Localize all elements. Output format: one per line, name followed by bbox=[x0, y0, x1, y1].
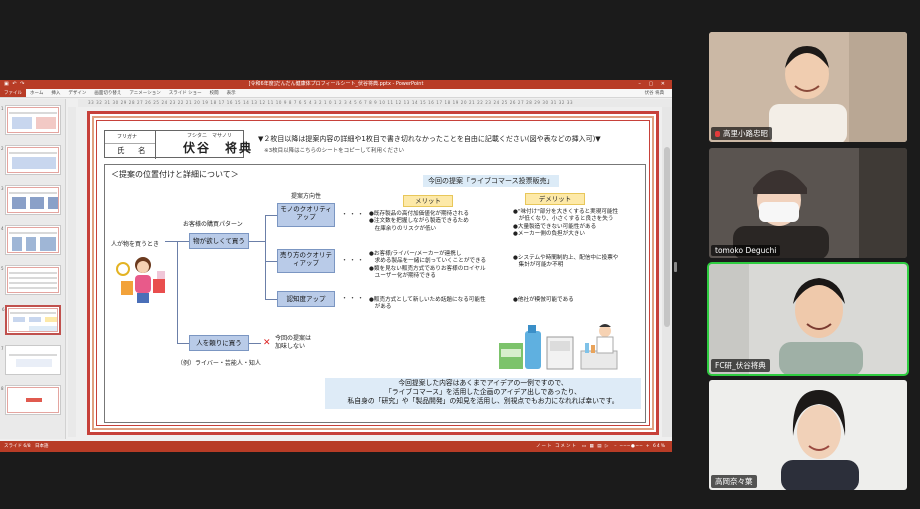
participant-video bbox=[709, 32, 907, 142]
box-seller: 売り方のクオリティアップ bbox=[277, 249, 335, 273]
shopping-woman-illustration bbox=[116, 257, 165, 303]
example-label: （例）ライバー・芸能人・知人 bbox=[177, 360, 261, 367]
quick-access-icons[interactable]: ▣ ↶ ↷ bbox=[4, 80, 25, 89]
participant-name: tomoko Deguchi bbox=[711, 245, 781, 256]
tab-slideshow[interactable]: スライド ショー bbox=[165, 89, 206, 97]
name-value: 伏谷 将典 bbox=[183, 141, 254, 155]
slide-thumbnail[interactable]: 8 bbox=[1, 385, 61, 415]
slide-thumbnail-selected[interactable]: 6 bbox=[2, 305, 61, 335]
excluded-mark: ✕ bbox=[263, 338, 271, 348]
demerit-header: デメリット bbox=[525, 193, 585, 205]
participant-video bbox=[709, 264, 907, 374]
slide-thumbnail[interactable]: 5 bbox=[1, 265, 61, 295]
status-slide-info: スライド 6/8 日本語 bbox=[4, 444, 49, 449]
window-title: [令和6年度]だんだん健康体プロフィールシート_伏谷将典.pptx - Powe… bbox=[248, 81, 424, 87]
status-bar: スライド 6/8 日本語 ノート コメント ▭ ▦ ▤ ▷ – ───●── +… bbox=[0, 441, 672, 452]
name-label: 氏 名 bbox=[117, 146, 149, 155]
section-title: ＜提案の位置付けと詳細について＞ bbox=[111, 170, 239, 179]
slide-canvas[interactable]: フリガナ 氏 名 フシタニ マサノリ 伏谷 将典 ▼２枚目以降は提案内容の詳細や… bbox=[87, 111, 659, 435]
tab-transitions[interactable]: 画面切り替え bbox=[90, 89, 125, 97]
vertical-scrollbar[interactable] bbox=[662, 107, 672, 437]
slide-thumbnail[interactable]: 1 bbox=[1, 105, 61, 135]
tab-review[interactable]: 校閲 bbox=[206, 89, 223, 97]
status-controls[interactable]: ノート コメント ▭ ▦ ▤ ▷ – ───●── + 64% bbox=[536, 441, 666, 452]
tab-design[interactable]: デザイン bbox=[64, 89, 90, 97]
pattern-label: お客様の購買パターン bbox=[183, 221, 243, 228]
demerit-group-3: ●他社が模倣可能である bbox=[513, 297, 574, 303]
box-quality: モノのクオリティアップ bbox=[277, 203, 335, 227]
title-bar: ▣ ↶ ↷ [令和6年度]だんだん健康体プロフィールシート_伏谷将典.pptx … bbox=[0, 80, 672, 89]
demerit-group-2: ●システムや時間制約上、配信中に投票や 集計が可能か不明 bbox=[513, 255, 619, 269]
product-research-illustration bbox=[499, 324, 618, 370]
dots-2: ・・・ bbox=[341, 256, 365, 264]
box-want: 物が欲しくて買う bbox=[189, 233, 249, 249]
slide-thumbnail[interactable]: 7 bbox=[1, 345, 61, 375]
merit-group-1: ●既存製品の高付加価値化が期待される ●注文数を把握しながら製造できるため 在庫余… bbox=[369, 211, 469, 232]
mic-muted-icon bbox=[715, 131, 720, 137]
meeting-screen: ▣ ↶ ↷ [令和6年度]だんだん健康体プロフィールシート_伏谷将典.pptx … bbox=[0, 0, 920, 509]
name-box: フリガナ 氏 名 フシタニ マサノリ 伏谷 将典 bbox=[104, 130, 251, 159]
participant-tile[interactable]: 高岡奈々葉 bbox=[709, 380, 907, 490]
ribbon-tabs: ファイル ホーム 挿入 デザイン 画面切り替え アニメーション スライド ショー… bbox=[0, 89, 672, 98]
dots-3: ・・・ bbox=[341, 294, 365, 302]
instruction-subtext: ※3枚目以降はこちらのシートをコピーして利用ください bbox=[264, 148, 404, 154]
zoom-level: 64% bbox=[652, 444, 666, 449]
instruction-text: ▼２枚目以降は提案内容の詳細や1枚目で書き切れなかったことを自由に記載ください(… bbox=[258, 135, 601, 143]
slide-thumbnail[interactable]: 2 bbox=[1, 145, 61, 175]
customer-label: 人が物を買うとき bbox=[111, 241, 160, 248]
box-awareness: 認知度アップ bbox=[277, 291, 335, 307]
proposal-title: 今回の提案「ライブコマース投票販売」 bbox=[423, 175, 559, 187]
participant-name: 高里小路忠昭 bbox=[711, 127, 772, 140]
tab-animations[interactable]: アニメーション bbox=[125, 89, 164, 97]
slide-thumbnail[interactable]: 3 bbox=[1, 185, 61, 215]
participant-name: FC研_伏谷将典 bbox=[711, 359, 770, 372]
horizontal-ruler: 33 32 31 30 29 28 27 26 25 24 23 22 21 2… bbox=[78, 99, 672, 107]
demerit-group-1: ●"味付け"部分を大きくすると実現可能性 が低くなり、小さくすると良さを失う ●大… bbox=[513, 209, 619, 237]
merit-group-3: ●販売方式として新しいため話題になる可能性 がある bbox=[369, 297, 486, 311]
participant-video bbox=[709, 380, 907, 490]
vertical-ruler bbox=[68, 107, 76, 437]
user-name[interactable]: 伏谷 将典 bbox=[645, 89, 672, 97]
tab-view[interactable]: 表示 bbox=[223, 89, 240, 97]
window-controls[interactable]: – ▢ ✕ bbox=[638, 80, 668, 89]
panel-resize-handle[interactable] bbox=[674, 262, 677, 272]
participant-name: 高岡奈々葉 bbox=[711, 475, 757, 488]
tab-insert[interactable]: 挿入 bbox=[47, 89, 64, 97]
participant-video bbox=[709, 148, 907, 258]
direction-label: 提案方向性 bbox=[291, 193, 322, 200]
participant-tile-active-speaker[interactable]: FC研_伏谷将典 bbox=[707, 262, 909, 376]
box-relation: 人を頼りに買う bbox=[189, 335, 249, 351]
merit-group-2: ●お客様/ライバー/メーカーが連携し 求める製品を一緒に創っていくことができる ●… bbox=[369, 251, 487, 279]
merit-header: メリット bbox=[403, 195, 453, 207]
tab-file[interactable]: ファイル bbox=[0, 89, 26, 97]
name-reading: フシタニ マサノリ bbox=[187, 133, 232, 139]
excluded-note: 今回の提案は 加味しない bbox=[275, 335, 312, 350]
content-box: ＜提案の位置付けと詳細について＞ 今回の提案「ライブコマース投票販売」 人が物を… bbox=[104, 164, 646, 423]
slide-thumbnail[interactable]: 4 bbox=[1, 225, 61, 255]
dots-1: ・・・ bbox=[341, 210, 365, 218]
conclusion-box: 今回提案した内容はあくまでアイデアの一例ですので、 「ライブコマース」を活用した… bbox=[325, 378, 641, 409]
participant-tile[interactable]: 高里小路忠昭 bbox=[709, 32, 907, 142]
furigana-label: フリガナ bbox=[117, 134, 138, 140]
tab-home[interactable]: ホーム bbox=[26, 89, 47, 97]
participant-tile[interactable]: tomoko Deguchi bbox=[709, 148, 907, 258]
slide-thumbnail-pane: 1 2 3 4 5 6 7 8 bbox=[0, 99, 66, 439]
scrollbar-thumb[interactable] bbox=[664, 147, 670, 327]
